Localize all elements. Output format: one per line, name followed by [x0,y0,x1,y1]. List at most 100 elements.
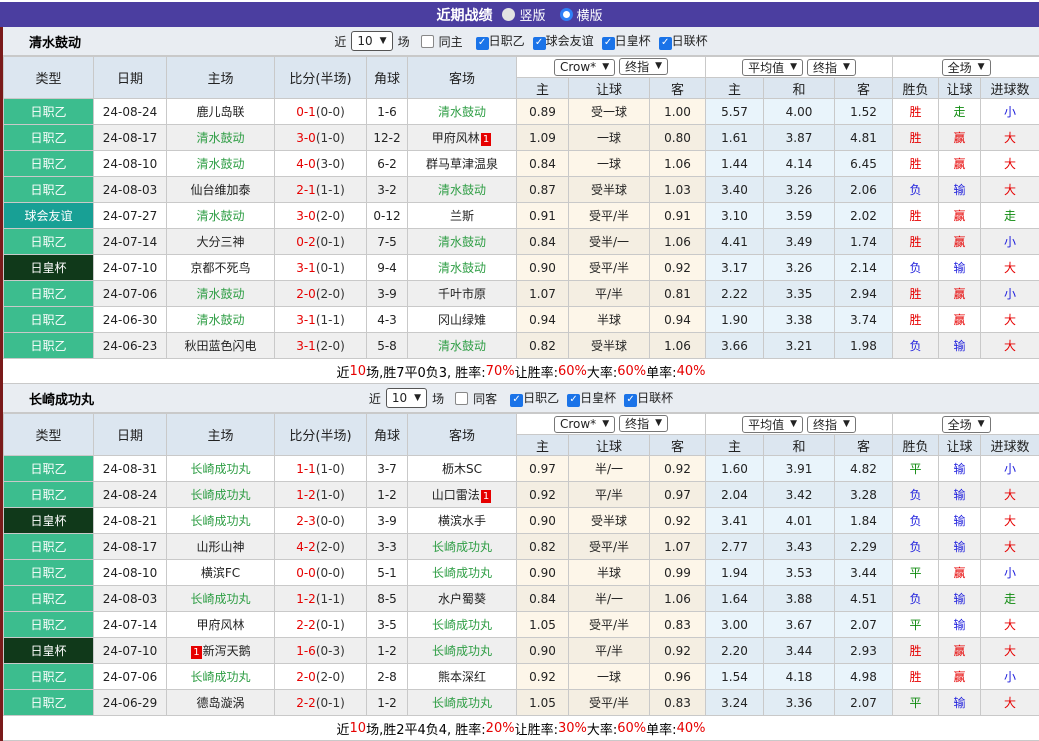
odds-source-select[interactable]: Crow*▼ [554,59,615,76]
avg-home-odds: 5.57 [706,99,764,125]
home-team: 长崎成功丸 [167,586,275,612]
same-venue-label[interactable]: 同主 [439,33,463,50]
handicap-line: 半/一 [569,456,650,482]
scope-select[interactable]: 全场▼ [942,416,991,433]
result-handicap: 走 [939,99,981,125]
final-odds-select[interactable]: 终指▼ [619,415,668,432]
recent-count-select[interactable]: 10▼ [386,388,427,408]
corner-score: 3-2 [367,177,408,203]
same-venue-checkbox[interactable] [455,392,468,405]
home-team: 横滨FC [167,560,275,586]
chevron-down-icon: ▼ [655,419,662,428]
result-wdl: 胜 [893,638,939,664]
half-time-score: (1-1) [316,592,345,606]
league-checkbox-label[interactable]: 日职乙 [489,34,525,48]
crow-home-odds: 0.90 [517,255,569,281]
league-checkbox-label[interactable]: 日联杯 [672,34,708,48]
league-checkbox[interactable]: ✓ [659,37,672,50]
league-checkbox-label[interactable]: 日联杯 [637,391,673,405]
summary-segment: 30% [558,721,587,736]
avg-odds-select[interactable]: 平均值▼ [742,59,803,76]
crow-away-odds: 1.06 [650,229,706,255]
filter-games-label: 场 [398,33,410,50]
away-team: 清水鼓动 [408,229,517,255]
crow-away-odds: 0.91 [650,203,706,229]
red-card-badge: 1 [191,646,201,659]
crow-away-odds: 0.83 [650,612,706,638]
corner-score: 5-1 [367,560,408,586]
result-handicap: 输 [939,482,981,508]
away-team-name: 长崎成功丸 [432,566,492,580]
half-time-score: (2-0) [316,287,345,301]
match-row: 日职乙24-07-14大分三神0-2(0-1)7-5清水鼓动0.84受半/一1.… [4,229,1039,255]
league-checkbox[interactable]: ✓ [510,394,523,407]
final-odds-value: 终指 [625,58,649,75]
summary-segment: 40% [677,721,706,736]
avg-draw-odds: 3.21 [764,333,835,359]
vertical-layout-option[interactable]: 竖版 [502,5,545,24]
vertical-radio-label[interactable]: 竖版 [519,5,545,24]
full-time-score: 2-2 [296,618,316,632]
match-type-badge: 日皇杯 [4,255,94,281]
sub-header-away-odds: 客 [835,78,893,99]
full-time-score: 3-1 [296,339,316,353]
final-odds-select[interactable]: 终指▼ [807,416,856,433]
league-checkbox[interactable]: ✓ [533,37,546,50]
handicap-line: 一球 [569,151,650,177]
avg-home-odds: 3.41 [706,508,764,534]
result-goals: 大 [981,125,1039,151]
full-time-score: 2-3 [296,514,316,528]
home-team: 长崎成功丸 [167,482,275,508]
result-wdl: 平 [893,690,939,716]
final-odds-select[interactable]: 终指▼ [619,58,668,75]
summary-segment: 近 [337,719,350,738]
league-checkbox-label[interactable]: 球会友谊 [546,34,594,48]
horizontal-radio-label[interactable]: 横版 [577,5,603,24]
away-team: 清水鼓动 [408,333,517,359]
vertical-radio-icon[interactable] [502,8,515,21]
scope-select[interactable]: 全场▼ [942,59,991,76]
red-card-badge: 1 [481,133,491,146]
avg-home-odds: 2.22 [706,281,764,307]
handicap-line: 平/半 [569,638,650,664]
result-wdl: 平 [893,456,939,482]
home-team-name: 长崎成功丸 [190,462,250,476]
league-checkbox-label[interactable]: 日职乙 [523,391,559,405]
col-header-home: 主场 [167,57,275,99]
horizontal-radio-icon[interactable] [560,8,573,21]
match-type-badge: 日职乙 [4,177,94,203]
result-handicap: 赢 [939,307,981,333]
summary-segment: 让胜率: [515,719,558,738]
horizontal-layout-option[interactable]: 横版 [560,5,603,24]
same-venue-checkbox[interactable] [421,35,434,48]
league-checkbox[interactable]: ✓ [476,37,489,50]
league-checkbox[interactable]: ✓ [624,394,637,407]
league-checkbox[interactable]: ✓ [602,37,615,50]
full-time-score: 0-0 [296,566,316,580]
sub-header-goals: 进球数 [981,78,1039,99]
odds-source-select[interactable]: Crow*▼ [554,416,615,433]
result-goals: 大 [981,508,1039,534]
sub-header-wdl: 胜负 [893,78,939,99]
match-type-badge: 日职乙 [4,281,94,307]
league-checkbox-label[interactable]: 日皇杯 [615,34,651,48]
match-type-badge: 日职乙 [4,664,94,690]
result-handicap: 赢 [939,125,981,151]
result-goals: 大 [981,177,1039,203]
avg-odds-select[interactable]: 平均值▼ [742,416,803,433]
league-checkbox-label[interactable]: 日皇杯 [580,391,616,405]
chevron-down-icon: ▼ [602,420,609,429]
same-venue-label[interactable]: 同客 [473,390,497,407]
league-checkbox[interactable]: ✓ [567,394,580,407]
final-odds-select[interactable]: 终指▼ [807,59,856,76]
team-name: 长崎成功丸 [29,389,94,408]
summary-segment: 大率: [587,362,617,381]
result-wdl: 负 [893,255,939,281]
match-type-badge: 日职乙 [4,307,94,333]
corner-score: 8-5 [367,586,408,612]
col-header-score: 比分(半场) [275,57,367,99]
recent-count-select[interactable]: 10▼ [351,31,392,51]
crow-home-odds: 1.07 [517,281,569,307]
match-row: 日职乙24-08-10清水鼓动4-0(3-0)6-2群马草津温泉0.84一球1.… [4,151,1039,177]
avg-draw-odds: 3.26 [764,255,835,281]
